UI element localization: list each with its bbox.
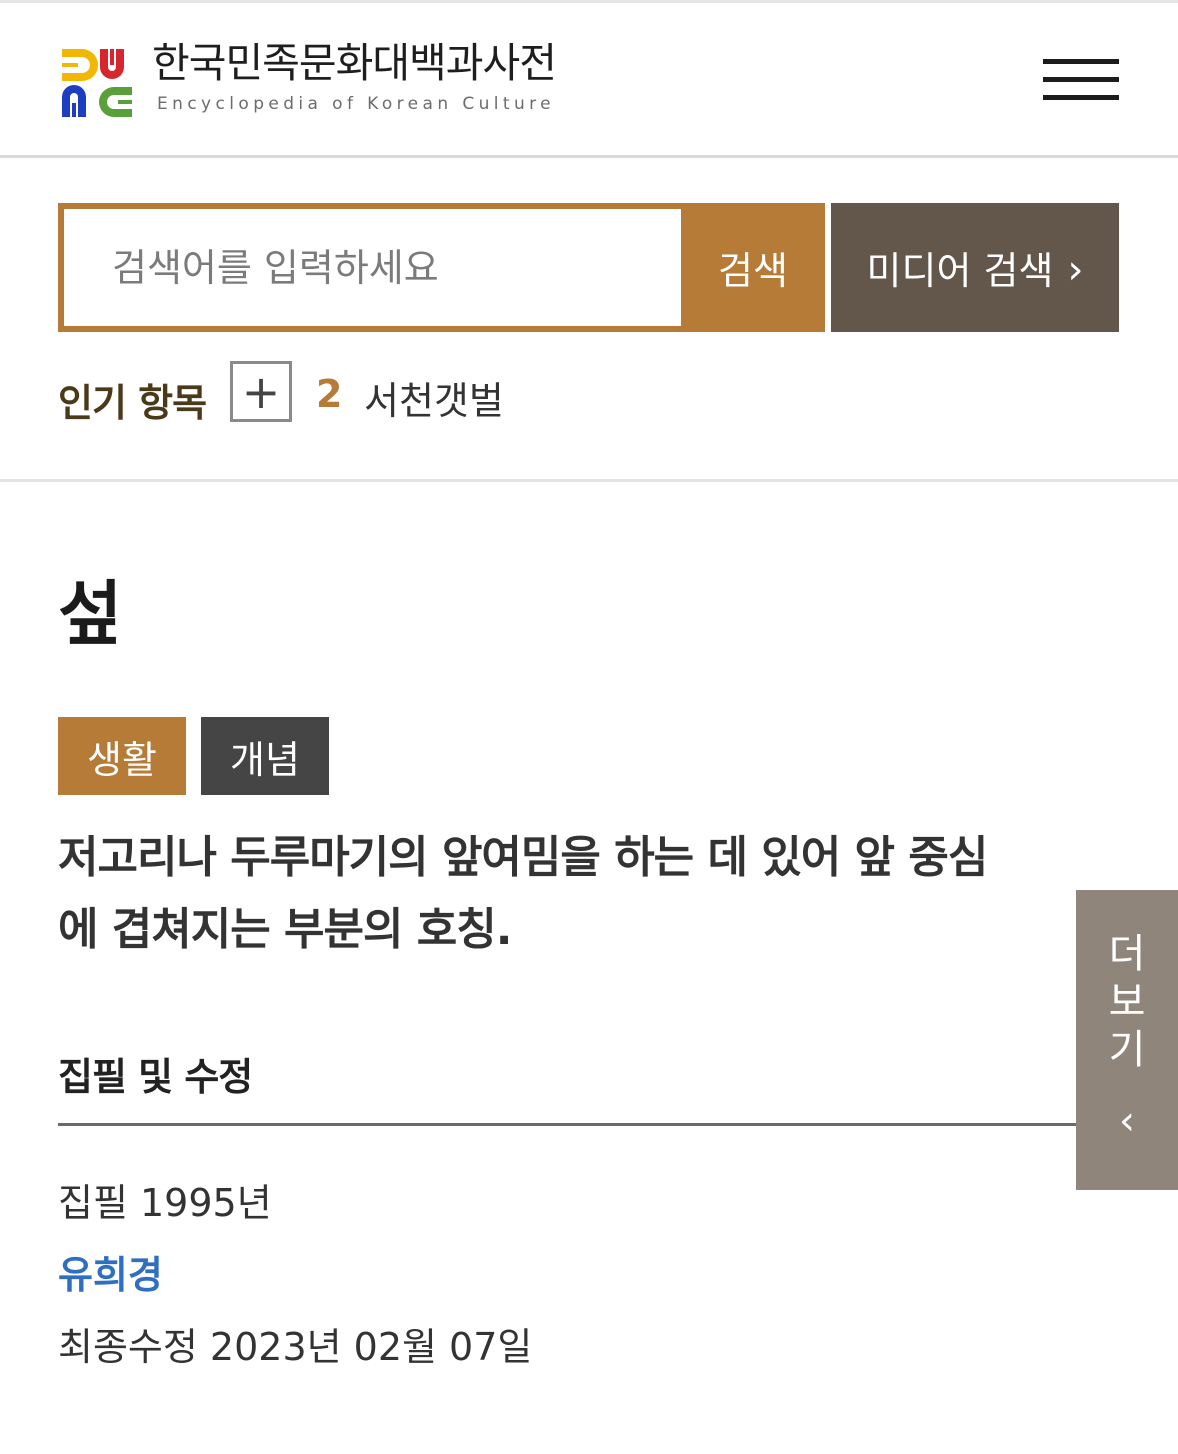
type-tag[interactable]: 개념: [201, 717, 329, 795]
site-title[interactable]: 한국민족문화대백과사전: [152, 40, 557, 86]
site-header: 한국민족문화대백과사전 Encyclopedia of Korean Cultu…: [0, 3, 1178, 158]
chevron-right-icon: ›: [1067, 246, 1084, 293]
media-search-label: 미디어 검색: [866, 249, 1054, 293]
menu-bar: [1043, 95, 1119, 100]
category-tag[interactable]: 생활: [58, 717, 186, 795]
popular-label: 인기 항목: [58, 381, 207, 425]
article-summary: 저고리나 두루마기의 앞여밈을 하는 데 있어 앞 중심에 겹쳐지는 부분의 호…: [58, 832, 988, 955]
popular-rank: 2: [316, 372, 343, 416]
more-side-tab[interactable]: 더보기 ‹: [1076, 890, 1178, 1190]
search-form: 검색: [58, 203, 825, 332]
popular-term-link[interactable]: 서천갯벌: [364, 370, 504, 425]
aks-logo-icon[interactable]: [60, 45, 134, 119]
section-divider: [58, 1123, 1118, 1126]
divider: [0, 479, 1178, 482]
chevron-left-icon: ‹: [1119, 1098, 1135, 1144]
search-input[interactable]: [64, 209, 681, 326]
written-year: 집필 1995년: [58, 1181, 272, 1225]
author-link[interactable]: 유희경: [58, 1244, 163, 1299]
section-heading: 집필 및 수정: [58, 1055, 253, 1099]
search-button[interactable]: 검색: [681, 203, 825, 332]
site-subtitle: Encyclopedia of Korean Culture: [157, 94, 556, 114]
hamburger-menu-icon[interactable]: [1043, 59, 1119, 105]
more-label: 더보기: [1108, 931, 1146, 1073]
media-search-button[interactable]: 미디어 검색 ›: [831, 203, 1119, 332]
article-title: 섶: [58, 573, 123, 655]
menu-bar: [1043, 77, 1119, 82]
menu-bar: [1043, 59, 1119, 64]
popular-items: 인기 항목 + 2 서천갯벌: [58, 360, 858, 425]
last-modified: 최종수정 2023년 02월 07일: [58, 1325, 533, 1369]
expand-plus-icon[interactable]: +: [230, 361, 292, 422]
